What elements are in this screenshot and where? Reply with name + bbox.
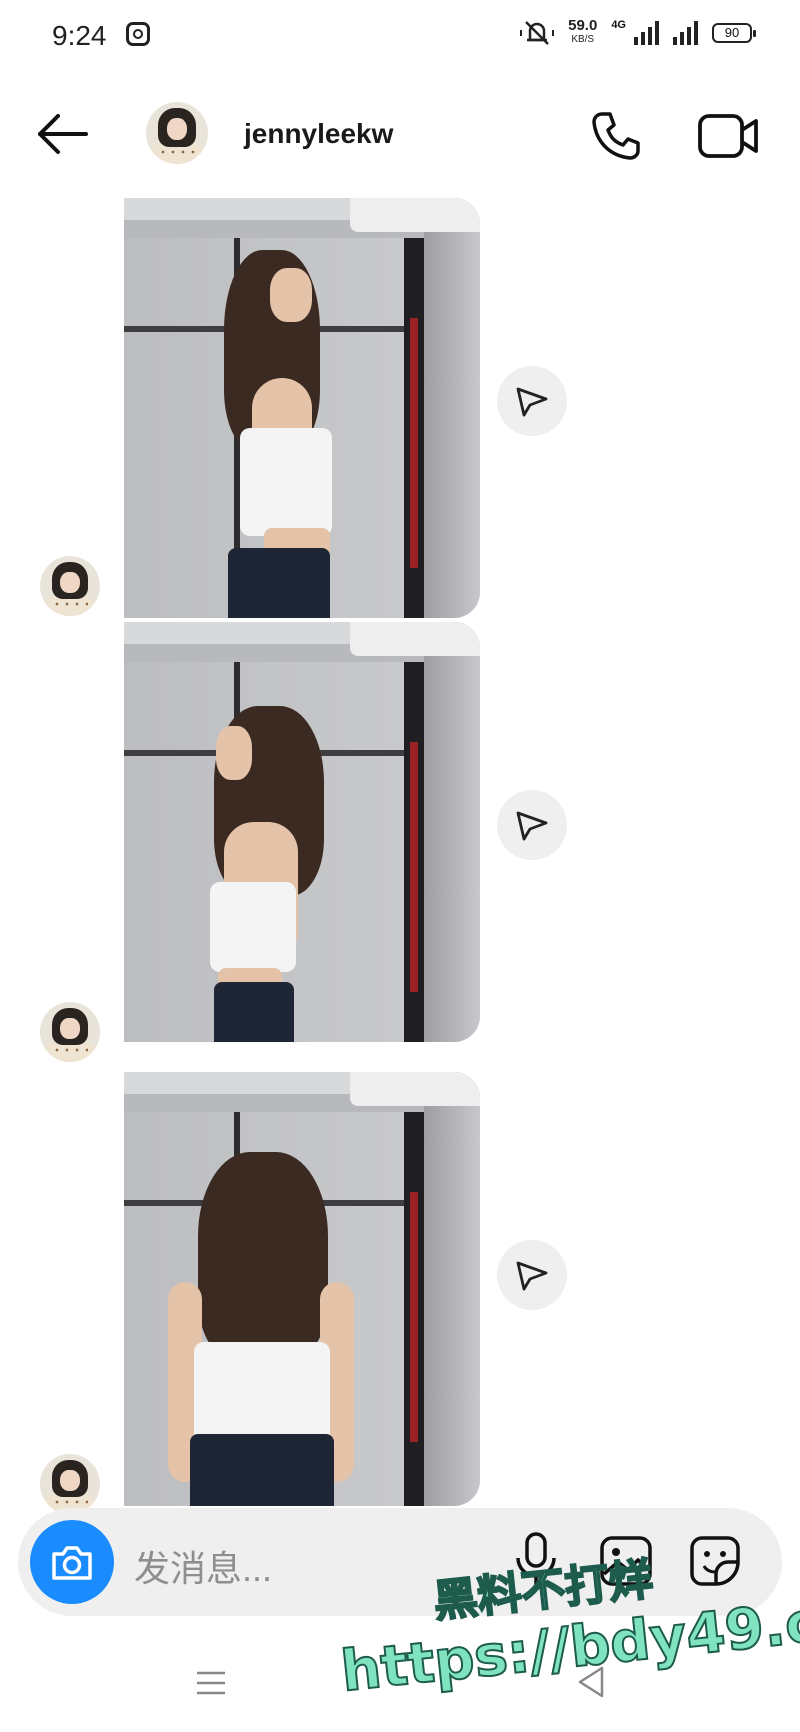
instagram-notification-icon (126, 22, 150, 46)
video-camera-icon[interactable] (696, 108, 762, 164)
forward-button[interactable] (497, 366, 567, 436)
send-icon (516, 387, 548, 417)
signal-icon-2 (673, 21, 698, 45)
network-speed-value: 59.0 (568, 17, 598, 34)
message-row (0, 198, 800, 618)
network-speed: 59.0 KB/S (568, 17, 598, 47)
message-input[interactable]: 发消息... (134, 1540, 272, 1592)
network-type: 4G (611, 19, 626, 31)
photo-message[interactable] (124, 1072, 480, 1506)
chat-header: jennyleekw (0, 90, 800, 180)
sticker-icon[interactable] (688, 1534, 742, 1588)
camera-button[interactable] (30, 1520, 114, 1604)
forward-button[interactable] (497, 1240, 567, 1310)
photo-message[interactable] (124, 622, 480, 1042)
avatar[interactable] (146, 102, 208, 164)
message-row (0, 1072, 800, 1514)
phone-icon[interactable] (588, 108, 644, 164)
avatar[interactable] (40, 1002, 100, 1062)
avatar[interactable] (40, 556, 100, 616)
network-speed-unit: KB/S (571, 34, 595, 45)
message-composer: 发消息... (18, 1508, 782, 1616)
send-icon (516, 811, 548, 841)
avatar[interactable] (40, 1454, 100, 1514)
battery-icon: 90 (712, 23, 756, 43)
send-icon (516, 1261, 548, 1291)
arrow-left-icon[interactable] (34, 110, 92, 158)
camera-icon (52, 1546, 92, 1580)
mute-bell-icon (520, 21, 555, 45)
photo-message[interactable] (124, 198, 480, 618)
status-bar: 9:24 59.0 KB/S 4G 90 (0, 0, 800, 72)
signal-icon-1 (634, 21, 659, 45)
username[interactable]: jennyleekw (244, 118, 393, 150)
forward-button[interactable] (497, 790, 567, 860)
menu-icon[interactable] (194, 1668, 228, 1698)
message-row (0, 622, 800, 1062)
status-indicators: 59.0 KB/S 4G 90 (520, 17, 756, 48)
status-time: 9:24 (52, 20, 107, 51)
